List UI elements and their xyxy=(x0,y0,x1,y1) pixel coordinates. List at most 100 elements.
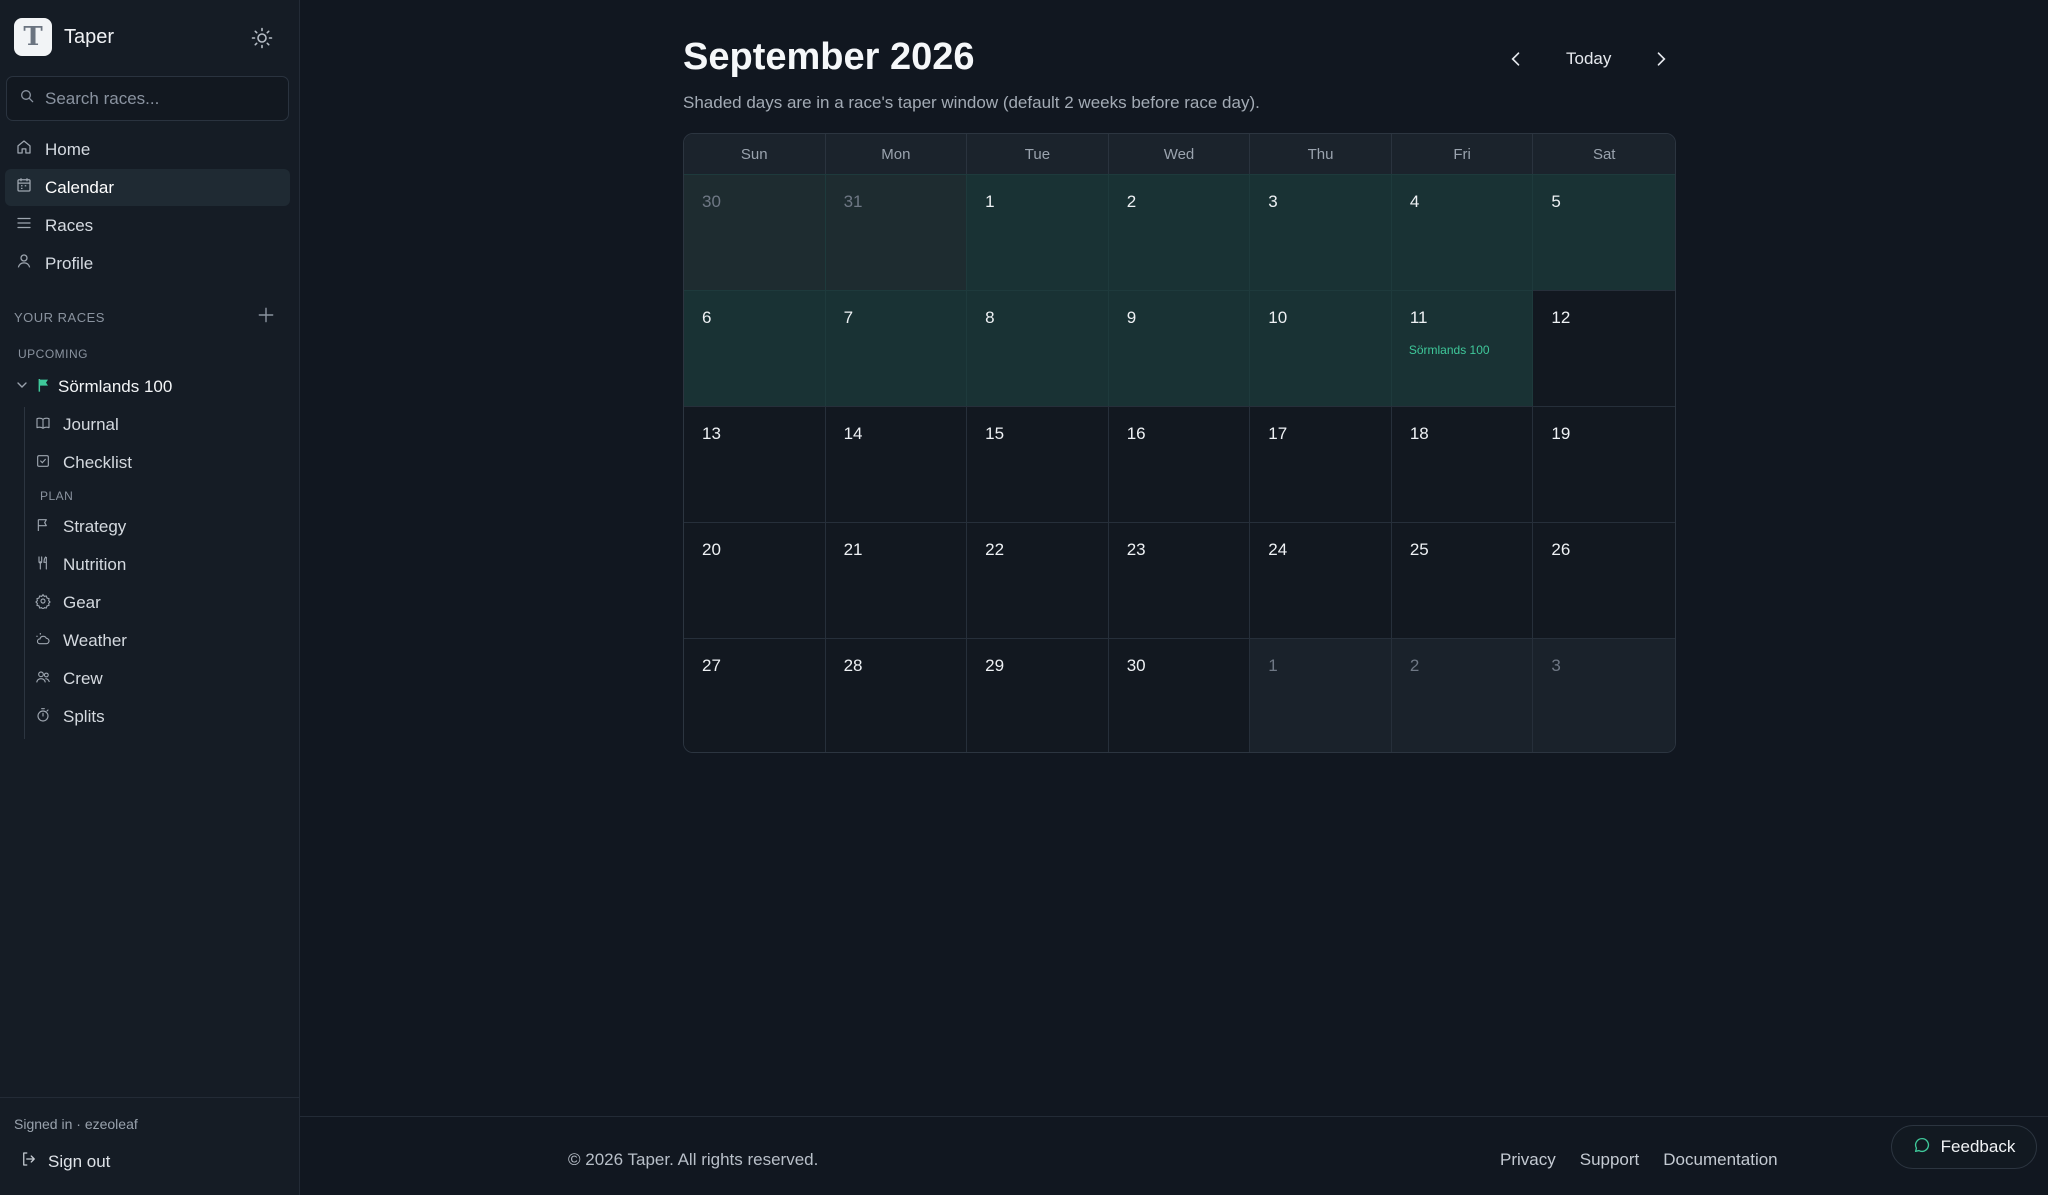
day-number: 3 xyxy=(1551,656,1561,675)
day-cell[interactable]: 3 xyxy=(1250,174,1392,290)
day-number: 30 xyxy=(702,192,721,211)
plan-item-splits[interactable]: Splits xyxy=(35,702,105,732)
day-number: 24 xyxy=(1268,540,1288,559)
day-number: 25 xyxy=(1409,540,1429,559)
plan-item-nutrition[interactable]: Nutrition xyxy=(35,550,126,580)
day-cell[interactable]: 24 xyxy=(1250,522,1392,638)
list-icon xyxy=(15,214,33,237)
book-icon xyxy=(35,415,51,436)
chevron-down-icon[interactable] xyxy=(14,377,30,398)
footer-link-documentation[interactable]: Documentation xyxy=(1663,1150,1777,1170)
day-cell[interactable]: 16 xyxy=(1108,406,1251,522)
brand[interactable]: T Taper xyxy=(14,18,114,56)
chat-bubble-icon xyxy=(1913,1136,1931,1159)
flag-icon xyxy=(35,517,51,538)
plan-item-crew[interactable]: Crew xyxy=(35,664,103,694)
footer-links: Privacy Support Documentation xyxy=(1500,1150,1778,1170)
day-cell[interactable]: 22 xyxy=(967,522,1109,638)
page-title: September 2026 xyxy=(683,36,975,78)
utensils-icon xyxy=(35,555,51,576)
day-cell[interactable]: 8 xyxy=(967,290,1109,406)
day-number: 5 xyxy=(1551,192,1561,211)
plan-item-label: Nutrition xyxy=(63,555,127,574)
day-cell[interactable]: 23 xyxy=(1108,522,1251,638)
day-cell[interactable]: 31 xyxy=(825,174,968,290)
day-cell[interactable]: 6 xyxy=(684,290,826,406)
day-cell[interactable]: 10 xyxy=(1250,290,1392,406)
upcoming-label: UPCOMING xyxy=(18,347,88,361)
day-cell[interactable]: 19 xyxy=(1533,406,1675,522)
add-race-plus-icon[interactable] xyxy=(256,305,276,325)
day-number: 3 xyxy=(1268,192,1278,211)
day-cell[interactable]: 14 xyxy=(825,406,968,522)
today-button[interactable]: Today xyxy=(1526,44,1651,74)
day-number: 1 xyxy=(985,192,995,211)
weekday-label: Sat xyxy=(1592,145,1616,163)
day-cell[interactable]: 4 xyxy=(1391,174,1534,290)
day-cell[interactable]: 21 xyxy=(825,522,968,638)
day-cell[interactable]: 30 xyxy=(684,174,826,290)
day-cell[interactable]: 5 xyxy=(1533,174,1675,290)
day-cell[interactable]: 2 xyxy=(1108,174,1251,290)
day-cell[interactable]: 1 xyxy=(967,174,1109,290)
sign-out-button[interactable]: Sign out xyxy=(20,1150,110,1173)
race-item-journal[interactable]: Journal xyxy=(35,410,119,440)
day-number: 30 xyxy=(1126,656,1146,675)
day-cell[interactable]: 7 xyxy=(825,290,968,406)
day-cell[interactable]: 26 xyxy=(1533,522,1675,638)
day-cell[interactable]: 28 xyxy=(825,638,968,752)
feedback-button[interactable]: Feedback xyxy=(1891,1125,2037,1169)
race-event-label[interactable]: Sörmlands 100 xyxy=(1409,343,1490,357)
day-cell[interactable]: 18 xyxy=(1391,406,1534,522)
day-cell[interactable]: 1 xyxy=(1250,638,1392,752)
day-cell[interactable]: 2 xyxy=(1391,638,1534,752)
sidebar: T Taper Home Calendar Races Profile xyxy=(0,0,300,1195)
day-number: 2 xyxy=(1126,192,1137,211)
checkbox-icon xyxy=(35,453,51,474)
day-cell[interactable]: 12 xyxy=(1533,290,1675,406)
day-number: 11 xyxy=(1409,308,1428,327)
race-item-checklist[interactable]: Checklist xyxy=(35,448,132,478)
nav-item-profile[interactable]: Profile xyxy=(5,245,290,282)
weekday-label: Fri xyxy=(1392,134,1534,174)
sign-out-icon xyxy=(20,1150,38,1173)
app-logo: T xyxy=(14,18,52,56)
day-number: 13 xyxy=(702,424,721,443)
footer-link-privacy[interactable]: Privacy xyxy=(1500,1150,1556,1170)
day-number: 10 xyxy=(1268,308,1288,327)
plan-item-gear[interactable]: Gear xyxy=(35,588,101,618)
plan-item-label: Strategy xyxy=(63,517,127,536)
day-cell[interactable]: 11 Sörmlands 100 xyxy=(1391,290,1534,406)
nav-item-home[interactable]: Home xyxy=(5,131,290,168)
sign-out-label: Sign out xyxy=(48,1151,111,1171)
day-cell[interactable]: 3 xyxy=(1533,638,1675,752)
day-cell[interactable]: 27 xyxy=(684,638,826,752)
race-sormlands-100[interactable]: Sörmlands 100 xyxy=(14,374,172,400)
weekday-header: Sun Mon Tue Wed Thu Fri Sat xyxy=(684,134,1675,174)
day-cell[interactable]: 15 xyxy=(967,406,1109,522)
footer-link-support[interactable]: Support xyxy=(1580,1150,1640,1170)
theme-toggle-sun-icon[interactable] xyxy=(250,26,274,50)
search-box[interactable] xyxy=(6,76,289,121)
day-cell[interactable]: 9 xyxy=(1108,290,1251,406)
day-cell[interactable]: 20 xyxy=(684,522,826,638)
search-input[interactable] xyxy=(45,88,275,109)
day-cell[interactable]: 30 xyxy=(1108,638,1251,752)
plan-item-weather[interactable]: Weather xyxy=(35,626,127,656)
day-number: 19 xyxy=(1551,424,1571,443)
main-nav: Home Calendar Races Profile xyxy=(5,131,290,283)
stopwatch-icon xyxy=(35,707,51,728)
cloud-sun-icon xyxy=(35,631,51,652)
prev-month-chevron-left-icon[interactable] xyxy=(1506,49,1526,69)
next-month-chevron-right-icon[interactable] xyxy=(1651,49,1671,69)
day-cell[interactable]: 25 xyxy=(1391,522,1534,638)
day-number: 12 xyxy=(1551,308,1571,327)
search-icon xyxy=(19,88,35,109)
nav-item-races[interactable]: Races xyxy=(5,207,290,244)
day-cell[interactable]: 17 xyxy=(1250,406,1392,522)
day-cell[interactable]: 13 xyxy=(684,406,826,522)
day-cell[interactable]: 29 xyxy=(967,638,1109,752)
day-number: 23 xyxy=(1126,540,1146,559)
plan-item-strategy[interactable]: Strategy xyxy=(35,512,126,542)
nav-item-calendar[interactable]: Calendar xyxy=(5,169,290,206)
